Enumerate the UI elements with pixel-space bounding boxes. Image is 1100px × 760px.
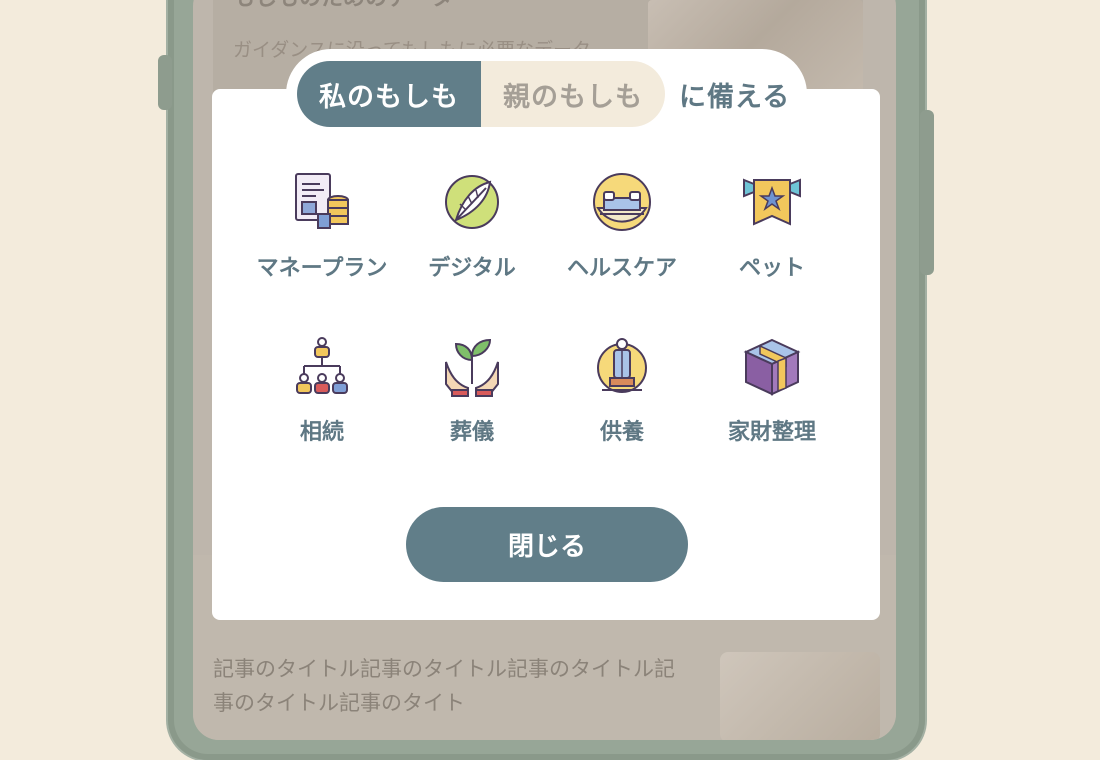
category-label: デジタル [428,256,516,281]
category-pet[interactable]: ペット [697,170,847,282]
category-money-plan[interactable]: マネープラン [247,170,397,282]
household-box-icon [740,334,804,398]
background-article-title: 記事のタイトル記事のタイトル記事のタイトル記事のタイトル記事のタイト [213,657,675,715]
digital-leaf-icon [440,170,504,234]
background-heading: もしものためのデータ [233,0,453,12]
inheritance-family-tree-icon [290,334,354,398]
category-label: ヘルスケア [566,256,677,281]
category-healthcare[interactable]: ヘルスケア [547,170,697,282]
money-plan-icon [290,170,354,234]
category-label: ペット [738,256,805,281]
background-article-thumbnail [720,652,880,740]
category-funeral[interactable]: 葬儀 [397,334,547,446]
category-inheritance[interactable]: 相続 [247,334,397,446]
category-label: マネープラン [256,256,388,281]
category-label: 相続 [299,420,344,445]
category-memorial[interactable]: 供養 [547,334,697,446]
funeral-plant-hands-icon [440,334,504,398]
category-label: 葬儀 [449,420,494,445]
tab-parent-moshimo[interactable]: 親のもしも [481,61,665,127]
category-household[interactable]: 家財整理 [697,334,847,446]
phone-side-button [920,110,934,275]
tab-group: 私のもしも 親のもしも に備える [297,61,790,127]
healthcare-bed-icon [590,170,654,234]
memorial-statue-icon [590,334,654,398]
category-digital[interactable]: デジタル [397,170,547,282]
close-button[interactable]: 閉じる [406,507,688,582]
tab-my-moshimo[interactable]: 私のもしも [297,61,481,127]
category-label: 家財整理 [727,420,816,445]
pet-ribbon-icon [740,170,804,234]
category-label: 供養 [599,420,644,445]
phone-side-button [158,55,172,110]
tab-suffix-label: に備える [679,81,791,113]
